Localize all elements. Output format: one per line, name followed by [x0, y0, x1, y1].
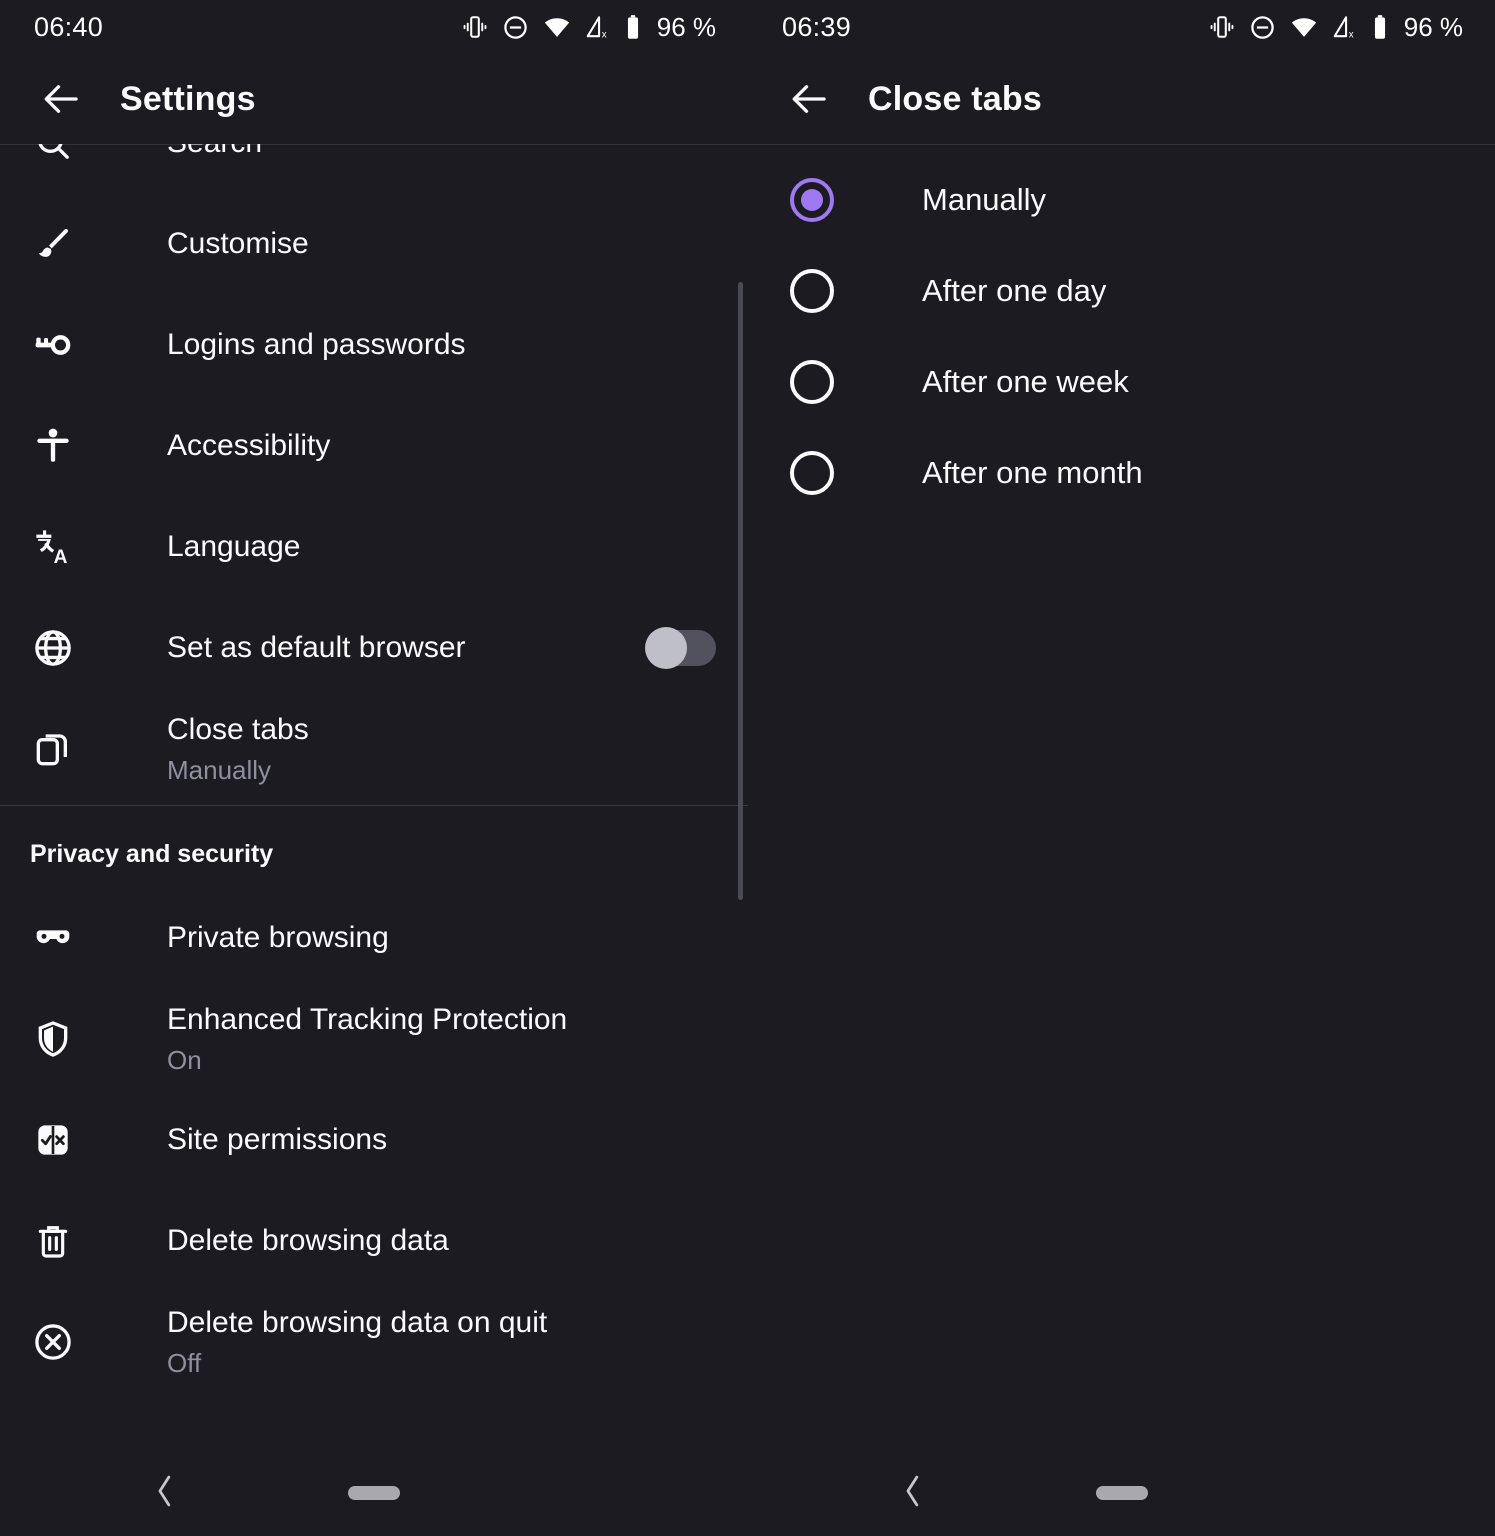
- settings-item-label: Private browsing: [167, 920, 389, 954]
- settings-item-language[interactable]: A Language: [0, 496, 748, 597]
- settings-item-label: Delete browsing data: [167, 1223, 449, 1257]
- settings-item-logins-and-passwords[interactable]: Logins and passwords: [0, 294, 748, 395]
- system-nav-bar: [0, 1450, 748, 1536]
- settings-item-label: Logins and passwords: [167, 327, 466, 361]
- phone-screen-settings: 06:40 x 96 % Settings Customise Logins a…: [0, 0, 748, 1536]
- settings-item-label: Delete browsing data on quit: [167, 1305, 548, 1339]
- permissions-icon: [30, 1117, 76, 1163]
- radio-button[interactable]: [790, 359, 834, 404]
- radio-option-after-one-day[interactable]: After one day: [748, 245, 1495, 336]
- settings-item-private-browsing[interactable]: Private browsing: [0, 887, 748, 988]
- settings-list: Search Customise: [0, 144, 748, 1392]
- settings-item-sublabel: Manually: [167, 754, 272, 785]
- settings-item-delete-browsing-data[interactable]: Delete browsing data: [0, 1190, 748, 1291]
- settings-item-label: Accessibility: [167, 428, 331, 462]
- globe-icon: [30, 625, 76, 671]
- settings-item-label: Close tabs: [167, 712, 309, 746]
- search-icon: [30, 144, 76, 166]
- app-bar-divider: [0, 144, 748, 145]
- nav-back-icon[interactable]: [898, 1472, 928, 1515]
- shield-icon: [30, 1016, 76, 1062]
- status-icons: x 96 %: [1209, 12, 1463, 43]
- vertical-scrollbar[interactable]: [738, 282, 743, 900]
- settings-item-close-tabs[interactable]: Close tabs Manually: [0, 698, 748, 799]
- wifi-icon: [1290, 13, 1318, 41]
- svg-text:A: A: [54, 546, 68, 566]
- radio-option-after-one-week[interactable]: After one week: [748, 336, 1495, 427]
- status-bar: 06:40 x 96 %: [0, 0, 748, 54]
- settings-item-label: Customise: [167, 226, 309, 260]
- app-bar-close-tabs: Close tabs: [748, 54, 1495, 144]
- radio-button[interactable]: [790, 450, 834, 495]
- translate-icon: A: [30, 524, 76, 570]
- settings-item-label: Site permissions: [167, 1122, 388, 1156]
- cellular-off-icon: x: [1332, 14, 1358, 40]
- status-clock: 06:40: [34, 11, 104, 42]
- system-nav-bar: [748, 1450, 1495, 1536]
- radio-option-label: Manually: [922, 181, 1047, 217]
- tabs-icon: [30, 726, 76, 772]
- status-bar: 06:39 x 96 %: [748, 0, 1495, 54]
- dual-screenshot-container: 06:40 x 96 % Settings Customise Logins a…: [0, 0, 1495, 1536]
- settings-item-delete-browsing-data-on-quit[interactable]: Delete browsing data on quit Off: [0, 1291, 748, 1392]
- battery-icon: [625, 14, 641, 41]
- nav-home-pill[interactable]: [1096, 1486, 1148, 1500]
- settings-item-sublabel: On: [167, 1044, 202, 1075]
- settings-item-label: Set as default browser: [167, 630, 466, 664]
- nav-home-pill[interactable]: [348, 1486, 400, 1500]
- toggle-knob: [645, 626, 687, 669]
- settings-item-enhanced-tracking-protection[interactable]: Enhanced Tracking Protection On: [0, 988, 748, 1089]
- settings-item-search[interactable]: Search: [0, 144, 748, 193]
- page-title: Settings: [120, 79, 256, 118]
- mask-icon: [30, 915, 76, 961]
- wifi-icon: [543, 13, 571, 41]
- radio-option-label: After one month: [922, 454, 1143, 490]
- vibrate-icon: [1209, 14, 1235, 40]
- svg-text:x: x: [1349, 29, 1354, 40]
- status-icons: x 96 %: [462, 12, 716, 43]
- settings-item-site-permissions[interactable]: Site permissions: [0, 1089, 748, 1190]
- settings-item-label: Search: [167, 144, 716, 163]
- battery-percent: 96 %: [656, 11, 716, 42]
- back-arrow-icon[interactable]: [780, 69, 840, 129]
- nav-back-icon[interactable]: [150, 1472, 180, 1515]
- accessibility-icon: [30, 423, 76, 469]
- close-tabs-options: Manually After one day After one week Af…: [748, 144, 1495, 518]
- key-icon: [30, 322, 76, 368]
- default-browser-toggle[interactable]: [645, 626, 716, 669]
- settings-scroll-area[interactable]: Search Customise: [0, 144, 748, 1536]
- battery-percent: 96 %: [1403, 11, 1463, 42]
- radio-option-label: After one day: [922, 272, 1107, 308]
- cellular-off-icon: x: [585, 14, 611, 40]
- battery-icon: [1372, 14, 1388, 41]
- do-not-disturb-icon: [502, 14, 529, 41]
- settings-item-set-as-default-browser[interactable]: Set as default browser: [0, 597, 748, 698]
- radio-button-selected[interactable]: [790, 177, 834, 222]
- radio-option-after-one-month[interactable]: After one month: [748, 427, 1495, 518]
- trash-icon: [30, 1218, 76, 1264]
- paintbrush-icon: [30, 221, 76, 267]
- phone-screen-close-tabs: 06:39 x 96 % Close tabs Manually After o…: [748, 0, 1495, 1536]
- section-header-privacy: Privacy and security: [30, 840, 274, 868]
- app-bar-divider: [748, 144, 1495, 145]
- settings-item-sublabel: Off: [167, 1347, 202, 1378]
- status-clock: 06:39: [782, 11, 852, 42]
- svg-text:x: x: [602, 29, 607, 40]
- radio-option-manually[interactable]: Manually: [748, 154, 1495, 245]
- settings-item-label: Language: [167, 529, 301, 563]
- page-title: Close tabs: [868, 79, 1042, 118]
- do-not-disturb-icon: [1249, 14, 1276, 41]
- settings-item-customise[interactable]: Customise: [0, 193, 748, 294]
- circle-x-icon: [30, 1319, 76, 1365]
- radio-option-label: After one week: [922, 363, 1129, 399]
- radio-button[interactable]: [790, 268, 834, 313]
- back-arrow-icon[interactable]: [32, 69, 92, 129]
- vibrate-icon: [462, 14, 488, 40]
- settings-item-accessibility[interactable]: Accessibility: [0, 395, 748, 496]
- app-bar-settings: Settings: [0, 54, 748, 144]
- settings-item-label: Enhanced Tracking Protection: [167, 1002, 568, 1036]
